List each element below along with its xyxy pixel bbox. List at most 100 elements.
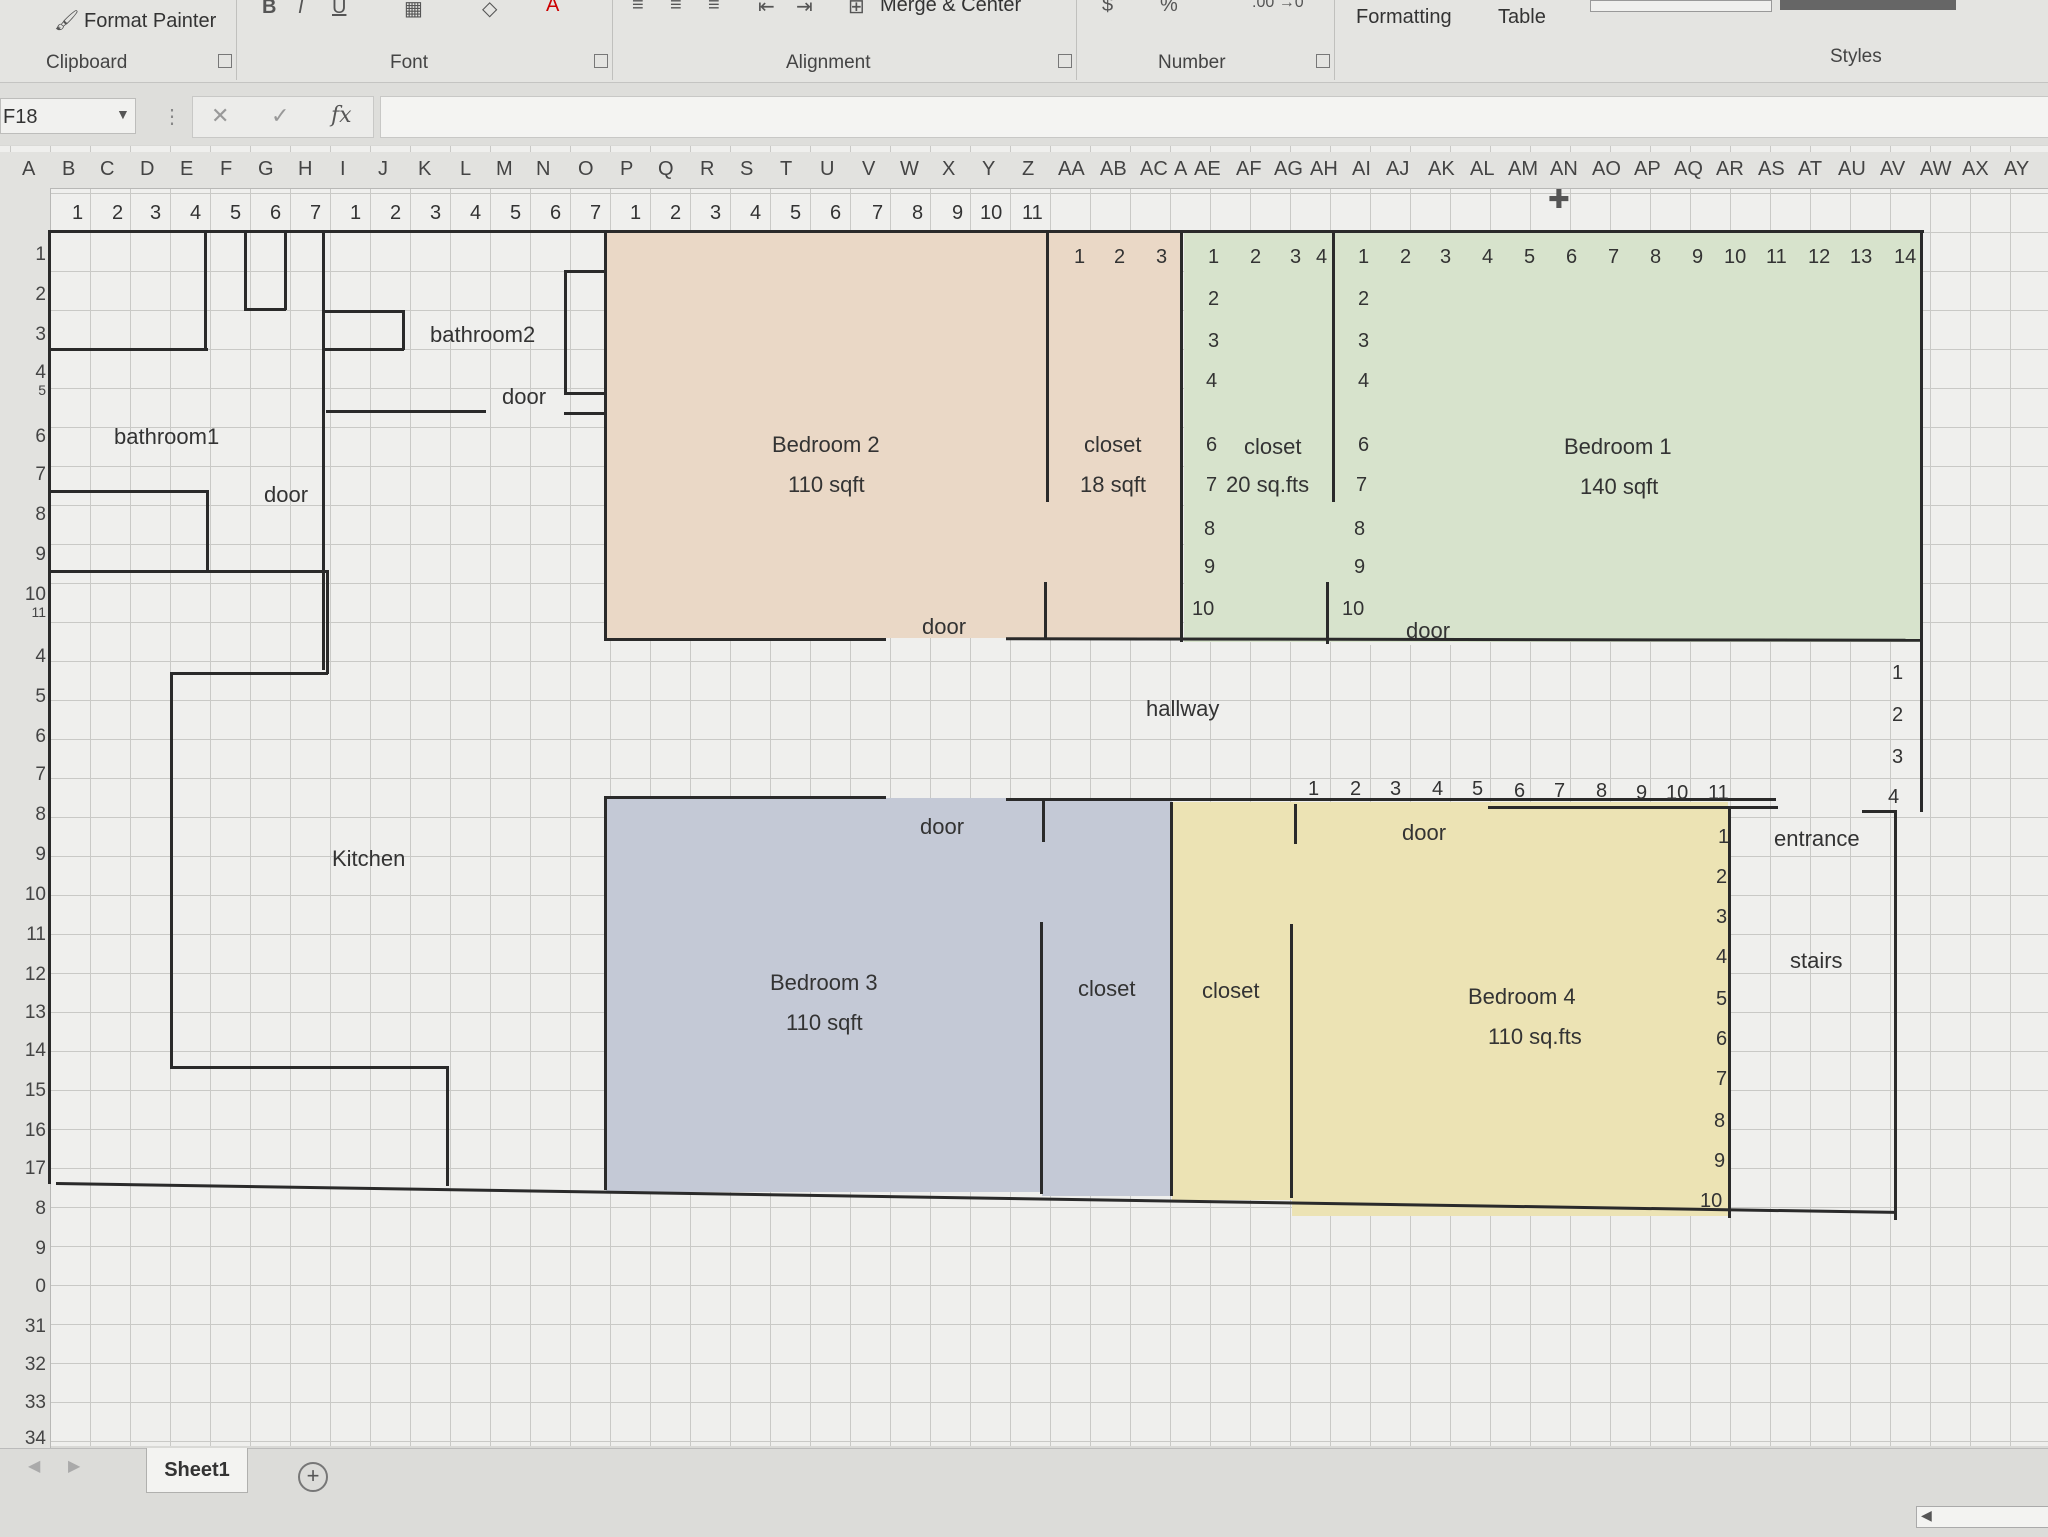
row-header[interactable]: 32 — [25, 1354, 46, 1376]
column-header[interactable]: O — [578, 158, 594, 181]
column-header[interactable]: L — [460, 158, 471, 181]
column-header[interactable]: Q — [658, 158, 674, 181]
column-header[interactable]: H — [298, 158, 312, 181]
row-header[interactable]: 34 — [25, 1428, 46, 1450]
column-header[interactable]: A — [22, 158, 35, 181]
row-header[interactable]: 6 — [35, 726, 46, 748]
column-header[interactable]: D — [140, 158, 154, 181]
row-header[interactable]: 5 — [35, 686, 46, 708]
cancel-icon[interactable]: ✕ — [211, 103, 229, 129]
column-header[interactable]: J — [378, 158, 388, 181]
bold-icon[interactable]: B — [262, 0, 276, 19]
row-header[interactable]: 9 — [35, 544, 46, 566]
row-header[interactable]: 0 — [35, 1276, 46, 1298]
row-header[interactable]: 14 — [25, 1040, 46, 1062]
scroll-right-icon[interactable]: ▶ — [68, 1456, 80, 1476]
column-header[interactable]: P — [620, 158, 633, 181]
row-header[interactable]: 33 — [25, 1392, 46, 1414]
row-header[interactable]: 13 — [25, 1002, 46, 1024]
column-header[interactable]: C — [100, 158, 114, 181]
row-header[interactable]: 8 — [35, 1198, 46, 1220]
insert-function-icon[interactable]: fx — [331, 103, 352, 128]
row-header[interactable]: 7 — [35, 464, 46, 486]
style-normal-swatch[interactable] — [1590, 0, 1772, 12]
row-header[interactable]: 10 — [25, 884, 46, 906]
fill-color-icon[interactable]: ◇ — [482, 0, 497, 21]
column-header[interactable]: AV — [1880, 158, 1905, 181]
row-header[interactable]: 1 — [35, 244, 46, 266]
decimal-icon[interactable]: .00 →0 — [1252, 0, 1304, 12]
horizontal-scrollbar[interactable]: ◀ — [1916, 1506, 2048, 1528]
style-bad-swatch[interactable] — [1780, 0, 1956, 10]
percent-icon[interactable]: % — [1160, 0, 1178, 17]
enter-icon[interactable]: ✓ — [271, 103, 289, 129]
row-header[interactable]: 11 — [26, 924, 46, 946]
row-header[interactable]: 17 — [25, 1158, 46, 1180]
column-header[interactable]: AY — [2004, 158, 2029, 181]
column-header[interactable]: E — [180, 158, 193, 181]
merge-center-icon[interactable]: ⊞ — [848, 0, 865, 19]
font-launcher-icon[interactable] — [594, 54, 608, 68]
column-header[interactable]: F — [220, 158, 232, 181]
column-header[interactable]: AM — [1508, 158, 1538, 181]
align-left-icon[interactable]: ≡ — [632, 0, 644, 17]
number-launcher-icon[interactable] — [1316, 54, 1330, 68]
italic-icon[interactable]: I — [298, 0, 304, 19]
column-header[interactable]: AB — [1100, 158, 1127, 181]
format-painter-button[interactable]: Format Painter — [84, 10, 216, 33]
column-header[interactable]: V — [862, 158, 875, 181]
column-header[interactable]: Y — [982, 158, 995, 181]
row-header[interactable]: 9 — [35, 1238, 46, 1260]
column-header[interactable]: AI — [1352, 158, 1371, 181]
column-header[interactable]: A — [1174, 158, 1187, 181]
column-header[interactable]: M — [496, 158, 513, 181]
font-color-icon[interactable]: A — [546, 0, 559, 17]
column-header[interactable]: AU — [1838, 158, 1866, 181]
alignment-launcher-icon[interactable] — [1058, 54, 1072, 68]
column-header[interactable]: U — [820, 158, 834, 181]
column-header[interactable]: AH — [1310, 158, 1338, 181]
row-header[interactable]: 5 — [38, 382, 46, 398]
column-header[interactable]: AO — [1592, 158, 1621, 181]
column-header[interactable]: AK — [1428, 158, 1455, 181]
row-header[interactable]: 3 — [35, 324, 46, 346]
row-header[interactable]: 8 — [35, 504, 46, 526]
row-header[interactable]: 9 — [35, 844, 46, 866]
align-center-icon[interactable]: ≡ — [670, 0, 682, 17]
clipboard-launcher-icon[interactable] — [218, 54, 232, 68]
column-header[interactable]: G — [258, 158, 274, 181]
column-header[interactable]: Z — [1022, 158, 1034, 181]
column-header[interactable]: AJ — [1386, 158, 1409, 181]
column-header[interactable]: K — [418, 158, 431, 181]
column-header[interactable]: AT — [1798, 158, 1822, 181]
column-header[interactable]: AL — [1470, 158, 1494, 181]
increase-indent-icon[interactable]: ⇥ — [796, 0, 813, 19]
conditional-formatting-button[interactable]: Formatting — [1356, 6, 1452, 29]
row-header[interactable]: 12 — [25, 964, 46, 986]
column-header[interactable]: AF — [1236, 158, 1262, 181]
name-box-dropdown-icon[interactable]: ▼ — [116, 106, 130, 122]
column-header[interactable]: AS — [1758, 158, 1785, 181]
row-header[interactable]: 8 — [35, 804, 46, 826]
column-header[interactable]: AA — [1058, 158, 1085, 181]
row-header[interactable]: 6 — [35, 426, 46, 448]
column-header[interactable]: AN — [1550, 158, 1578, 181]
merge-center-button[interactable]: Merge & Center — [880, 0, 1021, 17]
column-header[interactable]: B — [62, 158, 75, 181]
row-header[interactable]: 4 — [35, 646, 46, 668]
scroll-left-icon[interactable]: ◀ — [28, 1456, 40, 1476]
sheet-tab-sheet1[interactable]: Sheet1 — [146, 1448, 248, 1493]
row-header[interactable]: 31 — [25, 1316, 46, 1338]
column-header[interactable]: AG — [1274, 158, 1303, 181]
row-header[interactable]: 7 — [35, 764, 46, 786]
add-sheet-icon[interactable]: + — [298, 1462, 328, 1492]
column-header[interactable]: X — [942, 158, 955, 181]
row-header[interactable]: 11 — [31, 604, 46, 620]
decrease-indent-icon[interactable]: ⇤ — [758, 0, 775, 19]
format-as-table-button[interactable]: Table — [1498, 6, 1546, 29]
column-header[interactable]: T — [780, 158, 792, 181]
row-header[interactable]: 2 — [35, 284, 46, 306]
format-painter-icon[interactable]: 🖌 — [54, 8, 79, 33]
column-header[interactable]: S — [740, 158, 753, 181]
column-header[interactable]: AW — [1920, 158, 1951, 181]
